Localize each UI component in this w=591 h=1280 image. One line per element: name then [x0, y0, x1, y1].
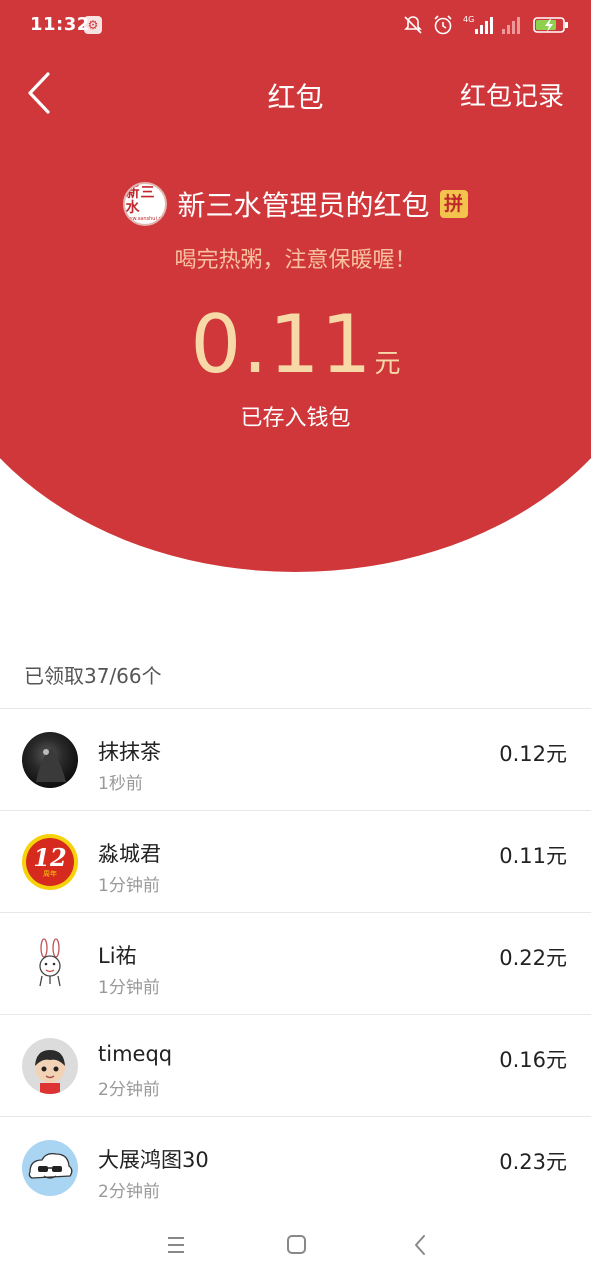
status-time: 11:32 [30, 14, 90, 35]
claim-list: 抹抹茶 1秒前 0.12元 12 周年 淼城君 1分钟前 0.11元 Li祐 1… [0, 708, 591, 1218]
list-item[interactable]: Li祐 1分钟前 0.22元 [0, 912, 591, 1014]
claimer-name: timeqq [98, 1042, 173, 1066]
back-chevron-icon [415, 1235, 425, 1255]
red-packet-records-link[interactable]: 红包记录 [460, 76, 564, 113]
avatar [22, 732, 78, 788]
received-amount: 0.11元 [0, 298, 591, 391]
list-item[interactable]: 12 周年 淼城君 1分钟前 0.11元 [0, 810, 591, 912]
amount-value: 0.11 [190, 298, 373, 391]
red-packet-header: 11:32 ⚙ 4G 红包 红包记录 新三水 www.sanshui.net 新… [0, 0, 591, 600]
list-item[interactable]: 抹抹茶 1秒前 0.12元 [0, 708, 591, 810]
home-square-icon [287, 1235, 306, 1254]
claim-time: 1分钟前 [98, 978, 160, 998]
cartoon-boy-avatar-icon [35, 1050, 65, 1094]
sender-name: 新三水管理员的红包 [177, 189, 430, 222]
claim-time: 1秒前 [98, 774, 143, 794]
claim-amount: 0.12元 [499, 742, 567, 766]
avatar-number: 12 [33, 843, 67, 872]
avatar [22, 1038, 78, 1094]
pin-badge: 拼 [439, 190, 468, 218]
sender-avatar-text: 新三水 [125, 185, 156, 216]
avatar [22, 936, 78, 992]
list-item[interactable]: timeqq 2分钟前 0.16元 [0, 1014, 591, 1116]
claimer-name: 大展鸿图30 [98, 1148, 209, 1172]
claim-amount: 0.11元 [499, 844, 567, 868]
sender-avatar-subtext: www.sanshui.net [124, 216, 167, 222]
system-back-button[interactable] [406, 1232, 434, 1258]
anniversary-badge: 12 周年 [26, 838, 74, 886]
greeting-text: 喝完热粥，注意保暖喔！ [174, 248, 417, 273]
nav-bar: 红包 红包记录 [0, 62, 591, 126]
amount-unit: 元 [374, 349, 401, 379]
avatar-photo [36, 748, 66, 782]
settings-icon: ⚙ [84, 16, 102, 34]
claim-amount: 0.23元 [499, 1150, 567, 1174]
claimed-count: 已领取37/66个 [24, 664, 162, 688]
claim-amount: 0.16元 [499, 1048, 567, 1072]
list-item[interactable]: 大展鸿图30 2分钟前 0.23元 [0, 1116, 591, 1218]
menu-icon [168, 1237, 184, 1253]
status-bar: 11:32 ⚙ 4G [0, 0, 591, 52]
battery-charging-icon [533, 15, 569, 35]
cloud-sunglasses-avatar-icon [28, 1152, 73, 1179]
claim-time: 2分钟前 [98, 1182, 160, 1202]
mute-icon [403, 15, 423, 35]
recents-button[interactable] [162, 1232, 190, 1258]
avatar: 12 周年 [22, 834, 78, 890]
network-label: 4G [463, 15, 474, 24]
saved-to-wallet-link[interactable]: 已存入钱包 [0, 400, 591, 432]
avatar [22, 1140, 78, 1196]
claim-amount: 0.22元 [499, 946, 567, 970]
bunny-avatar-icon [39, 938, 61, 987]
sender-row: 新三水 www.sanshui.net 新三水管理员的红包 拼 [0, 182, 591, 226]
signal-icon: 4G [463, 15, 493, 35]
avatar-subtext: 周年 [43, 870, 57, 878]
claimer-name: Li祐 [98, 944, 137, 968]
alarm-icon [432, 14, 454, 36]
sender-avatar: 新三水 www.sanshui.net [123, 182, 168, 226]
claimer-name: 淼城君 [98, 842, 161, 866]
claim-time: 1分钟前 [98, 876, 160, 896]
claimer-name: 抹抹茶 [98, 740, 161, 764]
system-navigation-bar [0, 1210, 591, 1280]
claim-time: 2分钟前 [98, 1080, 160, 1100]
status-icons: 4G [403, 14, 569, 36]
home-button[interactable] [282, 1232, 310, 1258]
signal-weak-icon [502, 15, 524, 35]
